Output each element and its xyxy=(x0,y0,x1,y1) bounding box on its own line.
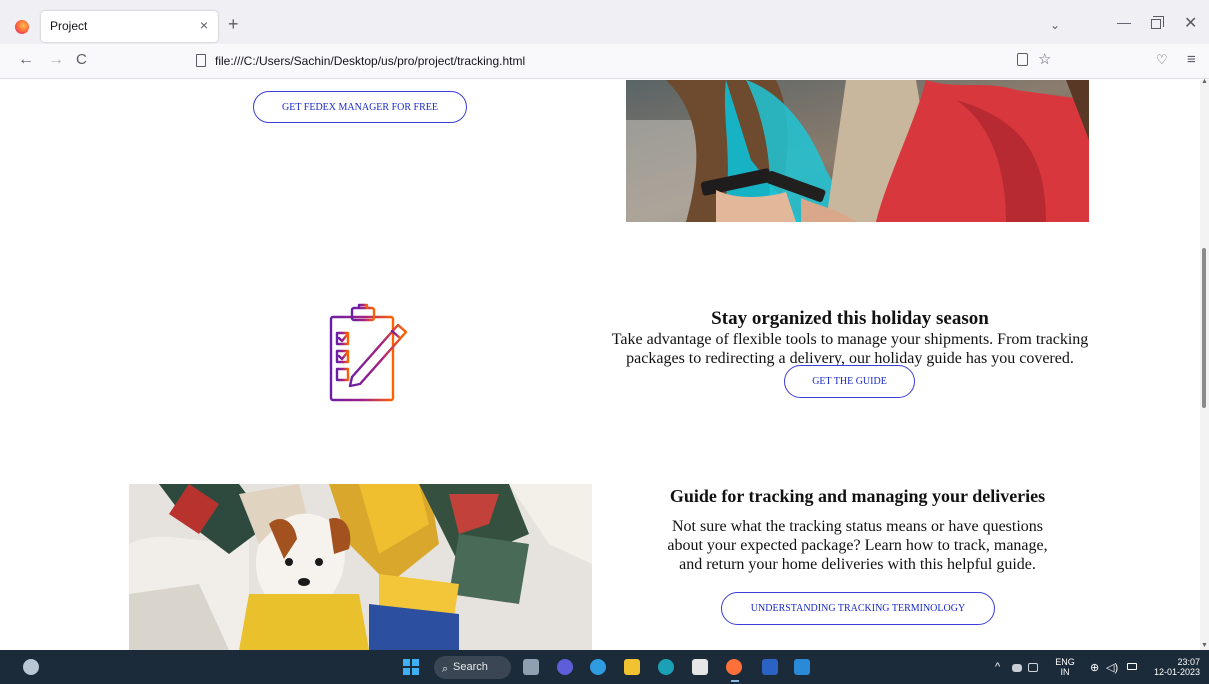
list-all-tabs-chevron-icon[interactable]: ⌄ xyxy=(1050,18,1060,32)
language-indicator[interactable]: ENG IN xyxy=(1053,657,1077,677)
weather-widget-icon[interactable] xyxy=(23,659,39,675)
clock-time: 23:07 xyxy=(1177,657,1200,667)
edge-icon[interactable] xyxy=(658,659,674,675)
understanding-tracking-terminology-button[interactable]: UNDERSTANDING TRACKING TERMINOLOGY xyxy=(721,592,995,625)
pocket-icon[interactable]: ♡ xyxy=(1156,52,1168,68)
scrollbar-thumb[interactable] xyxy=(1202,248,1206,408)
taskbar-search-box[interactable]: ⌕ Search xyxy=(434,656,511,679)
clock-date: 12-01-2023 xyxy=(1153,667,1200,677)
checklist-clipboard-icon xyxy=(329,303,408,402)
search-icon: ⌕ xyxy=(442,663,449,675)
tracking-guide-description-line: Not sure what the tracking status means … xyxy=(671,518,1044,535)
tab-title: Project xyxy=(50,19,88,33)
sync-icon[interactable] xyxy=(1028,663,1038,672)
dog-in-blankets-photo xyxy=(129,484,592,650)
microsoft-store-icon[interactable] xyxy=(692,659,708,675)
tracking-guide-heading: Guide for tracking and managing your del… xyxy=(669,486,1046,506)
language-code: ENG xyxy=(1055,657,1075,667)
page-scrollbar[interactable]: ▲ ▼ xyxy=(1200,78,1209,650)
vscode-icon[interactable] xyxy=(794,659,810,675)
tracking-guide-description-line: and return your home deliveries with thi… xyxy=(679,556,1036,573)
holiday-description-line: Take advantage of flexible tools to mana… xyxy=(611,331,1089,348)
firefox-taskbar-icon[interactable] xyxy=(726,659,742,675)
holiday-description: Take advantage of flexible tools to mana… xyxy=(610,330,1090,368)
holiday-heading: Stay organized this holiday season xyxy=(711,308,989,329)
page-file-icon[interactable] xyxy=(196,54,206,67)
windows-taskbar: ⌕ Search ^ ENG IN ⊕ ◁) 23:07 12-01-2023 xyxy=(0,650,1209,684)
browser-tab-bar: Project × + ⌄ — ✕ xyxy=(0,0,1209,44)
browser-navigation-bar: ← → C file:///C:/Users/Sachin/Desktop/us… xyxy=(0,44,1209,79)
battery-icon[interactable] xyxy=(1127,663,1137,670)
onedrive-cloud-icon[interactable] xyxy=(1012,664,1022,672)
window-close-button[interactable]: ✕ xyxy=(1184,13,1197,33)
chrome-icon[interactable] xyxy=(590,659,606,675)
word-icon[interactable] xyxy=(762,659,778,675)
tab-close-icon[interactable]: × xyxy=(200,17,208,33)
reader-view-icon[interactable] xyxy=(1017,53,1028,66)
holiday-shoppers-photo xyxy=(626,80,1089,222)
windows-start-icon[interactable] xyxy=(403,659,419,675)
tracking-guide-description: Not sure what the tracking status means … xyxy=(660,517,1055,574)
browser-tab-project[interactable]: Project × xyxy=(41,11,218,42)
clock[interactable]: 23:07 12-01-2023 xyxy=(1148,657,1200,677)
scroll-up-arrow-icon[interactable]: ▲ xyxy=(1201,78,1208,85)
active-app-indicator xyxy=(731,680,739,682)
page-viewport: GET FEDEX MANAGER FOR FREE Stay organize… xyxy=(0,80,1200,650)
get-fedex-manager-button[interactable]: GET FEDEX MANAGER FOR FREE xyxy=(253,91,467,123)
volume-icon[interactable]: ◁) xyxy=(1106,661,1118,674)
app-menu-button[interactable]: ≡ xyxy=(1187,51,1196,68)
bookmark-star-icon[interactable]: ☆ xyxy=(1038,50,1051,68)
region-code: IN xyxy=(1060,667,1070,677)
reload-button[interactable]: C xyxy=(76,52,87,68)
tracking-guide-description-line: about your expected package? Learn how t… xyxy=(667,537,1048,554)
file-explorer-icon[interactable] xyxy=(624,659,640,675)
scroll-down-arrow-icon[interactable]: ▼ xyxy=(1201,642,1208,649)
task-view-icon[interactable] xyxy=(523,659,539,675)
window-restore-button[interactable] xyxy=(1151,16,1164,29)
show-hidden-icons-chevron-icon[interactable]: ^ xyxy=(995,661,1000,673)
new-tab-button[interactable]: + xyxy=(228,15,239,33)
firefox-view-icon[interactable] xyxy=(15,20,29,34)
back-button[interactable]: ← xyxy=(18,52,34,68)
window-minimize-button[interactable]: — xyxy=(1117,14,1131,30)
teams-chat-icon[interactable] xyxy=(557,659,573,675)
get-the-guide-button[interactable]: GET THE GUIDE xyxy=(784,365,915,398)
network-globe-icon[interactable]: ⊕ xyxy=(1090,661,1099,674)
forward-button[interactable]: → xyxy=(48,52,64,68)
address-bar[interactable]: file:///C:/Users/Sachin/Desktop/us/pro/p… xyxy=(215,54,525,68)
taskbar-search-label: Search xyxy=(453,661,488,673)
